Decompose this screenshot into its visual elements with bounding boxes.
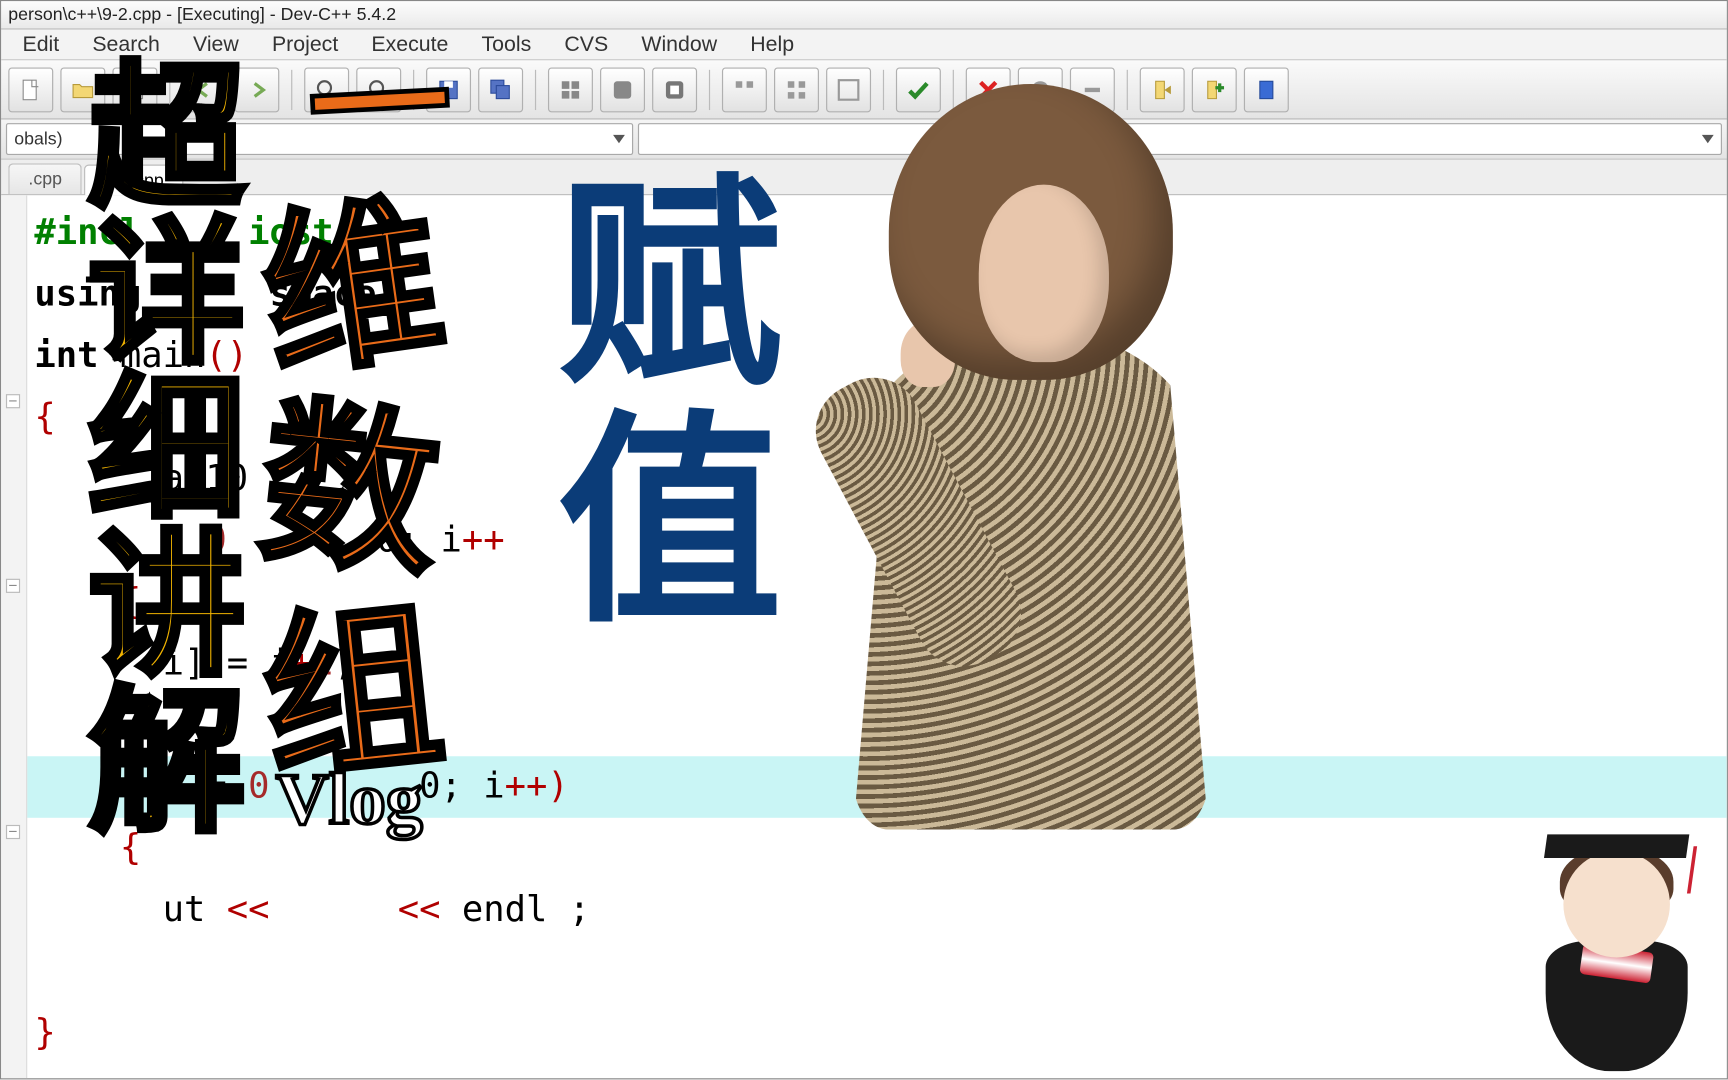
overlay-orange-1: 维	[252, 189, 450, 389]
person-photo	[830, 84, 1232, 841]
overlay-blue-text: 赋 值	[557, 169, 782, 641]
window-title: person\c++\9-2.cpp - [Executing] - Dev-C…	[8, 5, 396, 25]
tab-file-prev[interactable]: .cpp	[8, 163, 82, 194]
menu-bar: Edit Search View Project Execute Tools C…	[1, 30, 1727, 61]
debug-button[interactable]	[774, 67, 819, 112]
compile-run-button[interactable]	[652, 67, 697, 112]
gutter: − − −	[1, 195, 27, 1078]
new-file-button[interactable]	[8, 67, 53, 112]
grid2-icon	[783, 76, 809, 102]
fold-marker-icon[interactable]: −	[6, 394, 20, 408]
menu-tools[interactable]: Tools	[465, 28, 548, 60]
overlay-vlog-text: Vlog	[276, 759, 423, 843]
chevron-down-icon	[1702, 135, 1714, 143]
compile-icon	[557, 76, 583, 102]
save-all-icon	[488, 76, 514, 102]
chevron-down-icon	[613, 135, 625, 143]
menu-help[interactable]: Help	[734, 28, 811, 60]
file-icon	[18, 76, 44, 102]
scope-value: obals)	[14, 129, 62, 149]
menu-cvs[interactable]: CVS	[548, 28, 625, 60]
redo-button[interactable]	[234, 67, 279, 112]
menu-edit[interactable]: Edit	[6, 28, 76, 60]
fold-marker-icon[interactable]: −	[6, 825, 20, 839]
compile-run-icon	[662, 76, 688, 102]
graduate-avatar	[1528, 818, 1706, 1067]
redo-icon	[244, 76, 270, 102]
bookmarks-button[interactable]	[1244, 67, 1289, 112]
run-button[interactable]	[600, 67, 645, 112]
book-icon	[1253, 76, 1279, 102]
fold-marker-icon[interactable]: −	[6, 579, 20, 593]
menu-window[interactable]: Window	[625, 28, 734, 60]
overlay-orange-top: 一	[305, 33, 452, 182]
compile-button[interactable]	[548, 67, 593, 112]
save-all-button[interactable]	[478, 67, 523, 112]
window-titlebar: person\c++\9-2.cpp - [Executing] - Dev-C…	[1, 1, 1727, 29]
overlay-orange-2: 数	[253, 393, 446, 588]
rebuild-button[interactable]	[722, 67, 767, 112]
run-icon	[610, 76, 636, 102]
overlay-yellow-text: 超 详 细 讲 解	[89, 60, 240, 841]
grid-icon	[731, 76, 757, 102]
